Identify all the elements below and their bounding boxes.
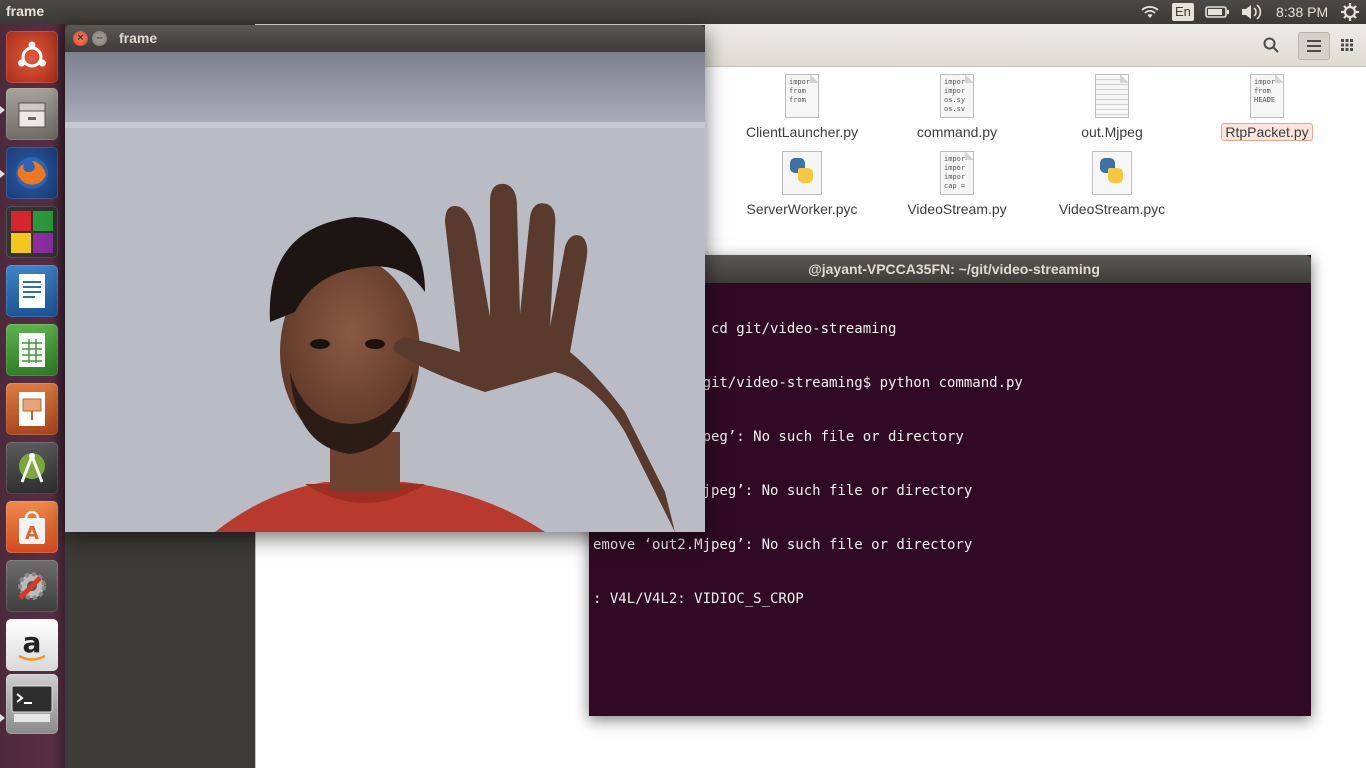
launcher: A a <box>0 24 65 768</box>
search-button[interactable] <box>1256 32 1286 58</box>
launcher-amazon[interactable]: a <box>6 619 58 671</box>
close-icon[interactable]: × <box>73 31 88 46</box>
keyboard-layout-indicator[interactable]: En <box>1172 3 1194 21</box>
file-item[interactable]: impor impor os.sy os.sv command.py <box>882 74 1032 140</box>
text-file-icon: impor impor os.sy os.sv <box>940 74 974 118</box>
file-name: out.Mjpeg <box>1081 124 1143 140</box>
android-studio-icon <box>19 453 45 483</box>
file-item[interactable]: ServerWorker.pyc <box>727 151 877 217</box>
volume-icon[interactable] <box>1239 0 1263 24</box>
gear-icon[interactable] <box>1340 0 1360 24</box>
file-item[interactable]: VideoStream.pyc <box>1037 151 1187 217</box>
text-file-icon: impor from HEADE <box>1250 74 1284 118</box>
grid-icon <box>1341 39 1353 51</box>
file-item-selected[interactable]: impor from HEADE RtpPacket.py <box>1192 74 1342 141</box>
list-view-button[interactable] <box>1298 32 1330 60</box>
ubuntu-logo-icon <box>18 41 46 68</box>
frame-titlebar[interactable]: × – frame <box>65 25 705 52</box>
launcher-system-settings[interactable] <box>6 560 58 612</box>
launcher-android-studio[interactable] <box>6 442 58 494</box>
workspace-grid-icon <box>11 211 53 253</box>
battery-icon[interactable] <box>1205 0 1231 24</box>
text-file-icon: impor from from <box>785 74 819 118</box>
active-app-title: frame <box>6 3 45 19</box>
file-name: ServerWorker.pyc <box>746 201 858 217</box>
list-icon <box>1307 40 1321 52</box>
webcam-person-waving-image <box>65 52 705 532</box>
file-item[interactable]: impor impor impor cap = VideoStream.py <box>882 151 1032 217</box>
file-name: command.py <box>916 124 998 140</box>
launcher-firefox[interactable] <box>6 147 58 199</box>
svg-text:a: a <box>23 626 42 659</box>
python-file-icon <box>1092 151 1132 195</box>
firefox-icon <box>16 157 48 189</box>
impress-presentation-icon <box>19 392 45 426</box>
terminal-line: : V4L/V4L2: VIDIOC_S_CROP <box>593 591 804 607</box>
launcher-libreoffice-impress[interactable] <box>6 383 58 435</box>
file-cabinet-icon <box>18 102 46 128</box>
search-icon <box>1263 37 1279 53</box>
blank-file-icon <box>1095 74 1129 118</box>
svg-text:A: A <box>25 523 39 544</box>
shopping-bag-icon: A <box>19 510 45 544</box>
terminal-icon <box>11 685 53 722</box>
settings-wrench-icon <box>18 572 46 600</box>
clock[interactable]: 8:38 PM <box>1276 0 1328 24</box>
top-panel: frame En 8:38 PM <box>0 0 1366 24</box>
launcher-terminal[interactable] <box>6 674 58 734</box>
launcher-ubuntu-dash[interactable] <box>6 31 58 83</box>
frame-title: frame <box>119 30 158 46</box>
file-item[interactable]: out.Mjpeg <box>1037 74 1187 140</box>
file-item[interactable]: impor from from ClientLauncher.py <box>727 74 877 140</box>
file-name: VideoStream.pyc <box>1058 201 1166 217</box>
calc-spreadsheet-icon <box>19 333 45 367</box>
text-file-icon: impor impor impor cap = <box>940 151 974 195</box>
amazon-icon: a <box>18 626 46 661</box>
file-name: ClientLauncher.py <box>745 124 859 140</box>
launcher-libreoffice-calc[interactable] <box>6 324 58 376</box>
file-name: RtpPacket.py <box>1221 123 1313 141</box>
webcam-video-feed <box>65 52 705 532</box>
wifi-icon[interactable] <box>1139 0 1161 24</box>
launcher-files[interactable] <box>6 88 58 140</box>
launcher-software-center[interactable]: A <box>6 501 58 553</box>
minimize-icon[interactable]: – <box>92 31 107 46</box>
frame-window[interactable]: × – frame <box>65 25 705 532</box>
writer-document-icon <box>19 274 45 308</box>
file-name: VideoStream.py <box>907 201 1007 217</box>
python-file-icon <box>782 151 822 195</box>
launcher-workspace-switcher[interactable] <box>6 206 58 258</box>
launcher-libreoffice-writer[interactable] <box>6 265 58 317</box>
terminal-line: emove ‘out2.Mjpeg’: No such file or dire… <box>593 537 973 553</box>
grid-view-button[interactable] <box>1332 32 1362 58</box>
